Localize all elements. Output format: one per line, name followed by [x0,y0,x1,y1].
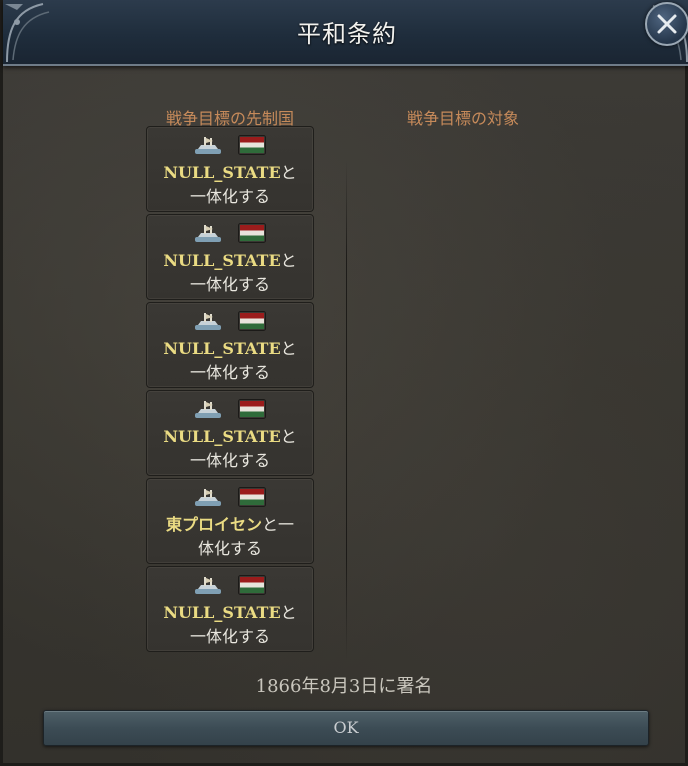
goal-action: 体化する [197,539,262,558]
column-divider [346,160,347,660]
war-goal-description: 東プロイセンと一 体化する [151,513,309,561]
goal-action: 一体化する [189,187,270,206]
target-goals-header: 戦争目標の対象 [406,109,519,128]
title-bar: 平和条約 [3,0,688,66]
war-goal-description: NULL_STATEと 一体化する [151,337,309,385]
ship-icon [195,489,222,506]
ship-icon [195,577,222,594]
war-goal-description: NULL_STATEと 一体化する [151,425,309,473]
ship-icon [195,401,222,418]
war-goal-icons [147,487,313,509]
signed-date-text: 1866年8月3日に署名 [255,676,433,697]
state-name: NULL_STATE [163,427,281,446]
war-goal-icons [147,311,313,333]
war-goal-card[interactable]: NULL_STATEと 一体化する [146,390,314,476]
goal-action: 一体化する [189,627,270,646]
war-goal-card[interactable]: NULL_STATEと 一体化する [146,566,314,652]
goal-suffix: と [280,603,297,622]
war-goal-icons [147,135,313,157]
war-goal-card[interactable]: NULL_STATEと 一体化する [146,214,314,300]
state-name: NULL_STATE [163,163,281,182]
war-goal-description: NULL_STATEと 一体化する [151,161,309,209]
ship-icon [195,225,222,242]
goal-suffix: と [280,339,297,358]
flag-icon [237,311,266,331]
war-goal-card[interactable]: 東プロイセンと一 体化する [146,478,314,564]
peace-treaty-window: 平和条約 戦争目標の先制国 戦争目標の対象 NULL_STATEと 一体化する … [0,0,688,766]
goal-action: 一体化する [189,451,270,470]
war-goal-card[interactable]: NULL_STATEと 一体化する [146,126,314,212]
war-goal-description: NULL_STATEと 一体化する [151,249,309,297]
war-goal-card[interactable]: NULL_STATEと 一体化する [146,302,314,388]
goal-suffix: と一 [262,515,295,534]
close-icon [657,14,677,34]
goal-action: 一体化する [189,363,270,382]
window-title: 平和条約 [297,20,397,48]
war-goal-icons [147,399,313,421]
goal-suffix: と [280,163,297,182]
flag-icon [237,575,266,595]
ship-icon [195,137,222,154]
close-button[interactable] [645,2,688,46]
ship-icon [195,313,222,330]
state-name: NULL_STATE [163,339,281,358]
goal-suffix: と [280,427,297,446]
state-name: NULL_STATE [163,603,281,622]
state-name: NULL_STATE [163,251,281,270]
war-goal-list: NULL_STATEと 一体化する NULL_STATEと 一体化する NULL… [146,126,314,654]
flag-icon [237,399,266,419]
war-goal-icons [147,575,313,597]
state-name: 東プロイセン [165,515,262,534]
flag-icon [237,487,266,507]
war-goal-icons [147,223,313,245]
flag-icon [237,135,266,155]
war-goal-description: NULL_STATEと 一体化する [151,601,309,649]
goal-action: 一体化する [189,275,270,294]
goal-suffix: と [280,251,297,270]
flag-icon [237,223,266,243]
ok-button[interactable]: OK [43,710,649,746]
